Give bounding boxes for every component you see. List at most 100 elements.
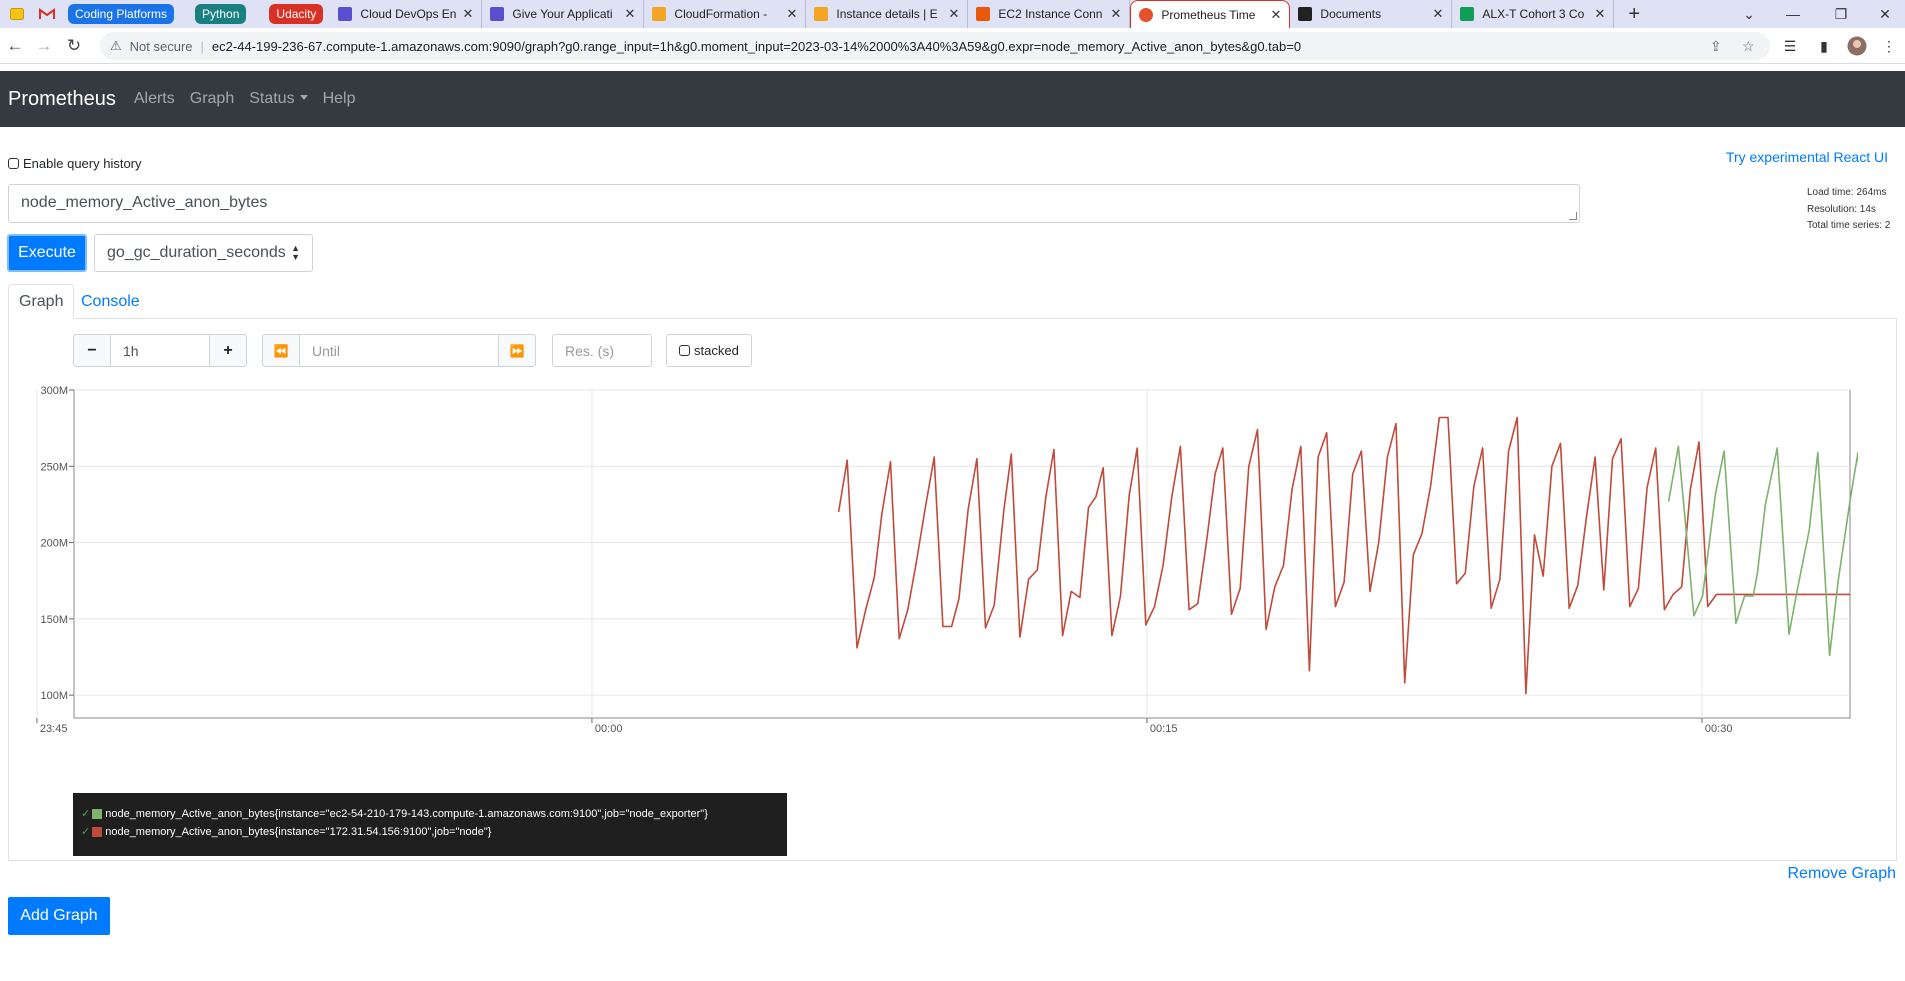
nav-link-status[interactable]: Status — [249, 90, 308, 108]
y-tick-label: 100M — [40, 690, 68, 702]
query-history-label: Enable query history — [23, 156, 142, 171]
new-tab-icon[interactable]: + — [1628, 3, 1640, 26]
panel-tabs: Graph Console — [8, 284, 1897, 319]
prometheus-favicon-icon — [1139, 7, 1154, 22]
browser-tab-strip: Coding Platforms Python Udacity Cloud De… — [0, 0, 1905, 28]
resolution-input[interactable]: Res. (s) — [552, 334, 652, 367]
documents-favicon-icon — [1298, 7, 1313, 21]
address-bar[interactable]: ⚠ Not secure | ec2-44-199-236-67.compute… — [100, 32, 1770, 60]
resolution-placeholder: Res. (s) — [565, 342, 614, 359]
move-forward-button[interactable]: ⏩ — [498, 334, 536, 367]
maximize-icon[interactable]: ❐ — [1818, 0, 1864, 28]
query-history-checkbox[interactable] — [8, 158, 19, 169]
tab-graph[interactable]: Graph — [8, 284, 75, 319]
query-history-toggle[interactable]: Enable query history — [8, 156, 142, 171]
aws-favicon-icon — [652, 7, 667, 21]
remove-graph-link[interactable]: Remove Graph — [1788, 865, 1897, 883]
close-tab-icon[interactable]: ✕ — [787, 6, 798, 22]
tab-title: Documents — [1320, 7, 1382, 21]
status-label: Status — [249, 90, 295, 107]
tab-console[interactable]: Console — [71, 284, 150, 319]
y-tick-label: 300M — [40, 385, 68, 397]
legend-label: node_memory_Active_anon_bytes{instance="… — [105, 808, 708, 820]
reload-icon[interactable]: ↻ — [62, 34, 86, 58]
close-tab-icon[interactable]: ✕ — [625, 6, 636, 22]
browser-tab[interactable]: Documents ✕ — [1290, 0, 1453, 28]
browser-tab[interactable]: Give Your Applicati ✕ — [482, 0, 645, 28]
close-window-icon[interactable]: ✕ — [1862, 0, 1905, 28]
tab-title: EC2 Instance Conn — [998, 7, 1103, 21]
execute-button[interactable]: Execute — [7, 234, 87, 272]
until-input[interactable]: Until — [299, 334, 499, 367]
decrease-range-button[interactable]: − — [73, 334, 111, 367]
y-tick-label: 150M — [40, 614, 68, 626]
back-icon[interactable]: ← — [3, 34, 27, 58]
browser-tab[interactable]: CloudFormation - ✕ — [644, 0, 807, 28]
nav-link-help[interactable]: Help — [323, 90, 356, 108]
tab-title: CloudFormation - — [674, 7, 768, 21]
range-input[interactable]: 1h — [110, 334, 210, 367]
total-time-series: Total time series: 2 — [1807, 220, 1891, 231]
close-tab-icon[interactable]: ✕ — [463, 6, 474, 22]
graph-legend: ✓ node_memory_Active_anon_bytes{instance… — [73, 793, 787, 856]
close-tab-icon[interactable]: ✕ — [949, 6, 960, 22]
y-tick-label: 250M — [40, 461, 68, 473]
nav-link-alerts[interactable]: Alerts — [134, 90, 175, 108]
bookmark-star-icon[interactable]: ☆ — [1742, 32, 1755, 60]
minimize-icon[interactable]: — — [1770, 0, 1816, 28]
try-react-ui-link[interactable]: Try experimental React UI — [1726, 149, 1888, 165]
caret-down-icon — [299, 95, 308, 100]
browser-tab[interactable]: Cloud DevOps Eng ✕ — [330, 0, 483, 28]
tab-title: Instance details | E — [836, 7, 938, 21]
close-tab-icon[interactable]: ✕ — [1433, 6, 1444, 22]
avatar[interactable] — [1845, 34, 1869, 58]
reading-list-icon[interactable]: ☰ — [1778, 34, 1802, 58]
legend-item[interactable]: ✓ node_memory_Active_anon_bytes{instance… — [81, 823, 787, 841]
backward-icon: ⏪ — [273, 343, 289, 358]
browser-tab[interactable]: EC2 Instance Conn ✕ — [968, 0, 1131, 28]
plot-area — [73, 389, 1851, 719]
tab-group-udacity[interactable]: Udacity — [269, 4, 324, 24]
increase-range-button[interactable]: + — [209, 334, 247, 367]
x-tick-label: 00:15 — [1150, 723, 1178, 735]
tab-list-chevron-icon[interactable]: ⌄ — [1726, 0, 1772, 28]
legend-item[interactable]: ✓ node_memory_Active_anon_bytes{instance… — [81, 805, 787, 823]
close-tab-icon[interactable]: ✕ — [1111, 6, 1122, 22]
tab-search-icon[interactable] — [0, 0, 34, 28]
resize-grip-icon[interactable] — [1569, 212, 1577, 220]
gmail-icon[interactable] — [34, 0, 60, 28]
y-tick-label: 200M — [40, 538, 68, 550]
metric-select[interactable]: go_gc_duration_seconds ▲ ▼ — [94, 234, 313, 272]
forward-icon[interactable]: → — [32, 34, 56, 58]
side-panel-icon[interactable]: ▮ — [1812, 34, 1836, 58]
udacity-favicon-icon — [490, 7, 505, 21]
tab-title: Prometheus Time — [1161, 7, 1256, 22]
stacked-toggle-button[interactable]: stacked — [666, 334, 752, 367]
browser-tab-active[interactable]: Prometheus Time ✕ — [1130, 0, 1291, 28]
browser-tab[interactable]: ALX-T Cohort 3 Co ✕ — [1452, 0, 1615, 28]
udacity-favicon-icon — [338, 7, 353, 21]
tab-title: ALX-T Cohort 3 Co — [1482, 7, 1585, 21]
browser-tab[interactable]: Instance details | E ✕ — [806, 0, 969, 28]
aws-favicon-icon — [814, 7, 829, 21]
tab-group-coding-platforms[interactable]: Coding Platforms — [68, 4, 175, 24]
graph-chart: 300M 250M 200M 150M 100M 23:45 00:00 00:15 00:30 — [18, 376, 1896, 796]
close-tab-icon[interactable]: ✕ — [1271, 7, 1282, 23]
stacked-checkbox[interactable] — [679, 345, 690, 356]
menu-kebab-icon[interactable]: ⋮ — [1877, 34, 1901, 58]
ec2-favicon-icon — [976, 7, 991, 21]
tab-title: Cloud DevOps Eng — [360, 7, 457, 21]
close-tab-icon[interactable]: ✕ — [1595, 6, 1606, 22]
tab-group-python[interactable]: Python — [195, 4, 247, 24]
brand-logo[interactable]: Prometheus — [8, 88, 116, 111]
resolution: Resolution: 14s — [1807, 203, 1876, 215]
expression-input[interactable]: node_memory_Active_anon_bytes — [8, 184, 1580, 223]
add-graph-button[interactable]: Add Graph — [8, 897, 110, 935]
nav-link-graph[interactable]: Graph — [190, 90, 234, 108]
sheets-favicon-icon — [1460, 7, 1475, 21]
share-icon[interactable]: ⇪ — [1710, 32, 1722, 60]
move-back-button[interactable]: ⏪ — [262, 334, 300, 367]
expression-text: node_memory_Active_anon_bytes — [21, 194, 268, 211]
legend-label: node_memory_Active_anon_bytes{instance="… — [105, 826, 492, 838]
stacked-label: stacked — [694, 343, 739, 358]
